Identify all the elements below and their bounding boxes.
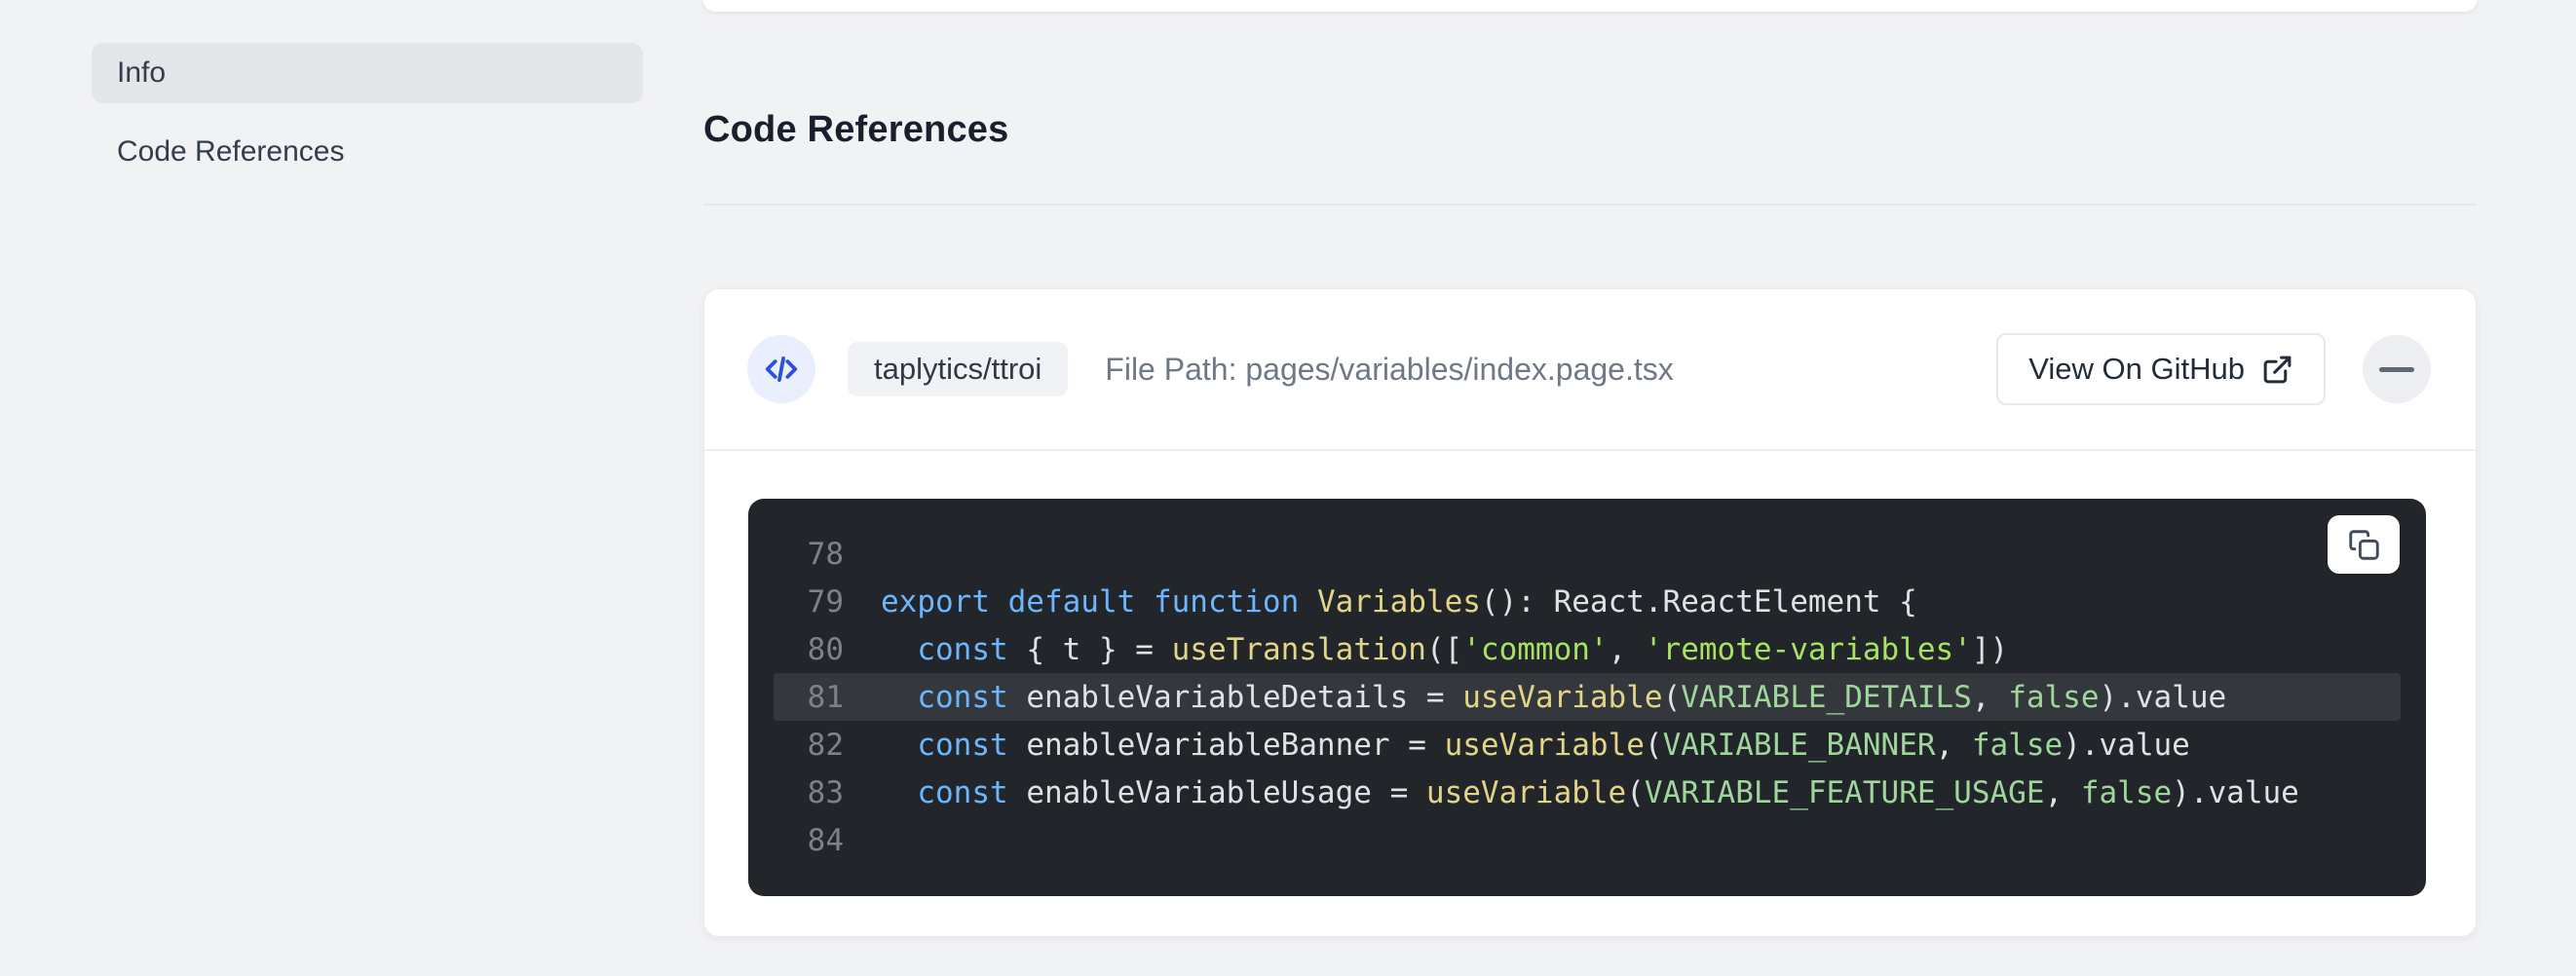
view-on-github-label: View On GitHub — [2028, 352, 2245, 387]
page-title: Code References — [703, 109, 2477, 151]
code-line-83: 83 const enableVariableUsage = useVariab… — [774, 769, 2401, 816]
code-text: const { t } = useTranslation(['common', … — [881, 632, 2008, 667]
line-number: 80 — [774, 632, 844, 667]
code-reference-card-header: taplytics/ttroi File Path: pages/variabl… — [704, 289, 2476, 451]
code-line-80: 80 const { t } = useTranslation(['common… — [774, 625, 2401, 673]
line-number: 81 — [774, 680, 844, 715]
file-path-label: File Path: pages/variables/index.page.ts… — [1105, 352, 1673, 388]
header-actions: View On GitHub — [1996, 333, 2431, 405]
copy-icon — [2348, 529, 2380, 561]
repo-name-label: taplytics/ttroi — [874, 352, 1042, 387]
code-section: 78 79 export default function Variables():… — [704, 451, 2476, 896]
code-icon — [747, 335, 815, 403]
line-number: 84 — [774, 823, 844, 858]
code-line-81: 81 const enableVariableDetails = useVari… — [774, 673, 2401, 721]
copy-code-button[interactable] — [2328, 515, 2400, 574]
collapse-button[interactable] — [2363, 335, 2431, 403]
code-text: const enableVariableBanner = useVariable… — [881, 728, 2190, 763]
sidebar-item-info[interactable]: Info — [92, 43, 643, 103]
code-text: const enableVariableDetails = useVariabl… — [881, 680, 2226, 715]
code-text: export default function Variables(): Rea… — [881, 584, 1917, 619]
code-line-84: 84 — [774, 816, 2401, 864]
sidebar-item-label: Info — [117, 56, 166, 90]
external-link-icon — [2261, 354, 2293, 386]
section-divider — [703, 204, 2477, 206]
sidebar: Info Code References — [92, 43, 643, 182]
code-text: const enableVariableUsage = useVariable(… — [881, 775, 2299, 810]
line-number: 79 — [774, 584, 844, 619]
code-line-82: 82 const enableVariableBanner = useVaria… — [774, 721, 2401, 769]
repo-name-chip: taplytics/ttroi — [848, 342, 1068, 396]
code-reference-card: taplytics/ttroi File Path: pages/variabl… — [703, 288, 2477, 937]
sidebar-item-label: Code References — [117, 135, 344, 169]
code-line-78: 78 — [774, 530, 2401, 578]
code-block: 78 79 export default function Variables():… — [748, 499, 2426, 896]
line-number: 83 — [774, 775, 844, 810]
view-on-github-button[interactable]: View On GitHub — [1996, 333, 2326, 405]
line-number: 78 — [774, 537, 844, 572]
sidebar-item-code-references[interactable]: Code References — [92, 122, 643, 182]
main-content: Code References taplytics/ttroi File Pat… — [703, 0, 2477, 937]
code-lines: 78 79 export default function Variables():… — [748, 530, 2426, 864]
minus-icon — [2379, 367, 2414, 372]
code-line-79: 79 export default function Variables(): R… — [774, 578, 2401, 625]
line-number: 82 — [774, 728, 844, 763]
